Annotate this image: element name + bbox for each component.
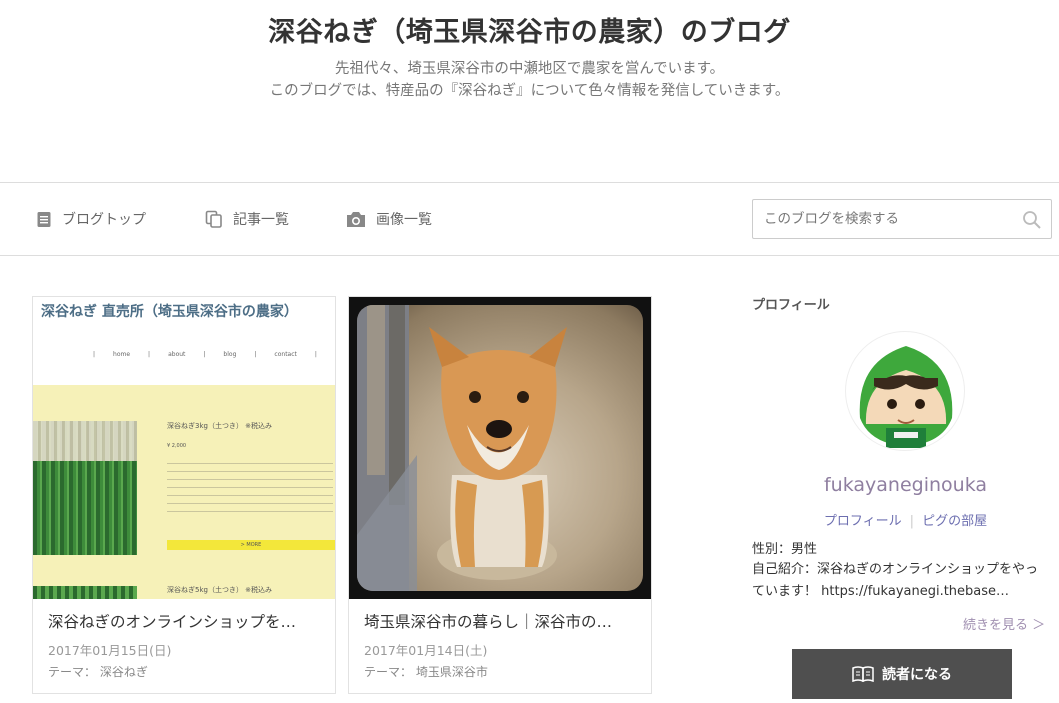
shop-nav-item: blog <box>223 351 237 358</box>
article-title[interactable]: 深谷ねぎのオンラインショップを… <box>48 610 320 632</box>
avatar-image <box>859 346 953 448</box>
blog-description-line: 先祖代々、埼玉県深谷市の中瀬地区で農家を営んでいます。 <box>334 61 725 77</box>
follow-button[interactable]: 読者になる <box>792 649 1012 699</box>
search-input[interactable] <box>753 200 1015 238</box>
nav-blog-top[interactable]: ブログトップ <box>36 207 146 231</box>
theme-label: テーマ： <box>364 665 413 679</box>
nav-article-list[interactable]: 記事一覧 <box>205 207 289 231</box>
shop-nav: | home | about | blog | contact | <box>93 351 317 358</box>
blog-search <box>752 199 1052 239</box>
copy-icon <box>205 210 222 228</box>
profile-intro: 自己紹介：深谷ねぎのオンラインショップをやっています！ https://fuka… <box>752 562 1039 599</box>
profile-links: プロフィール | ピグの部屋 <box>752 510 1059 529</box>
camera-icon <box>347 211 365 227</box>
article-title[interactable]: 埼玉県深谷市の暮らし｜深谷市の… <box>364 610 636 632</box>
blog-description-line: このブログでは、特産品の『深谷ねぎ』について色々情報を発信していきます。 <box>269 83 790 99</box>
article-thumbnail[interactable]: 深谷ねぎ 直売所（埼玉県深谷市の農家） | home | about | blog | con… <box>33 297 335 599</box>
profile-name[interactable]: fukayaneginouka <box>752 474 1059 496</box>
nav-label: ブログトップ <box>62 212 146 228</box>
nav-label: 画像一覧 <box>376 212 432 228</box>
blog-description: 先祖代々、埼玉県深谷市の中瀬地区で農家を営んでいます。 このブログでは、特産品の… <box>0 58 1059 102</box>
blog-header: 深谷ねぎ（埼玉県深谷市の農家）のブログ 先祖代々、埼玉県深谷市の中瀬地区で農家を… <box>0 0 1059 182</box>
article-card[interactable]: 深谷ねぎ 直売所（埼玉県深谷市の農家） | home | about | blog | con… <box>32 296 336 694</box>
pig-room-link[interactable]: ピグの部屋 <box>922 514 987 529</box>
nav-label: 記事一覧 <box>233 212 289 228</box>
shop-nav-item: home <box>113 351 131 358</box>
shop-product-name: 深谷ねぎ3kg（土つき） ※税込み <box>167 422 273 430</box>
link-separator: | <box>909 514 915 529</box>
nav-image-list[interactable]: 画像一覧 <box>346 207 432 231</box>
blog-navbar: ブログトップ 記事一覧 画像一覧 <box>0 182 1059 256</box>
read-more-link[interactable]: 続きを見る ＞ <box>963 614 1045 633</box>
green-onion-roots <box>33 421 137 461</box>
article-thumbnail[interactable] <box>349 297 651 599</box>
profile-avatar[interactable] <box>845 331 965 451</box>
dog-photo-inner <box>357 305 643 591</box>
shiba-dog-image <box>357 305 567 591</box>
article-theme: テーマ： 埼玉県深谷市 <box>364 663 488 680</box>
shop-product-text <box>167 463 333 513</box>
shop-title: 深谷ねぎ 直売所（埼玉県深谷市の農家） <box>41 304 298 320</box>
dog-photo <box>349 297 651 599</box>
follow-label: 読者になる <box>882 667 952 683</box>
document-icon <box>37 211 51 227</box>
shop-product-price: ¥ 2,000 <box>167 443 187 449</box>
article-date: 2017年01月15日(日) <box>48 643 172 658</box>
article-card[interactable]: 埼玉県深谷市の暮らし｜深谷市の… 2017年01月14日(土) テーマ： 埼玉県… <box>348 296 652 694</box>
profile-heading: プロフィール <box>752 298 830 313</box>
theme-link[interactable]: 深谷ねぎ <box>100 665 148 679</box>
shop-screenshot-image: 深谷ねぎ 直売所（埼玉県深谷市の農家） | home | about | blog | con… <box>33 297 335 599</box>
profile-gender: 性別：男性 <box>752 542 818 557</box>
shop-more-button: > MORE <box>167 540 335 550</box>
article-theme: テーマ： 深谷ねぎ <box>48 663 148 680</box>
shop-product-name: 深谷ねぎ5kg（土つき） ※税込み <box>167 586 273 594</box>
book-icon <box>852 666 874 682</box>
article-date: 2017年01月14日(土) <box>364 643 488 658</box>
shop-nav-item: about <box>168 351 186 358</box>
search-icon[interactable] <box>1022 210 1042 230</box>
theme-label: テーマ： <box>48 665 97 679</box>
profile-link[interactable]: プロフィール <box>824 514 902 529</box>
green-onion-image <box>33 586 137 599</box>
blog-title[interactable]: 深谷ねぎ（埼玉県深谷市の農家）のブログ <box>0 10 1059 49</box>
theme-link[interactable]: 埼玉県深谷市 <box>416 665 488 679</box>
shop-nav-item: contact <box>274 351 297 358</box>
